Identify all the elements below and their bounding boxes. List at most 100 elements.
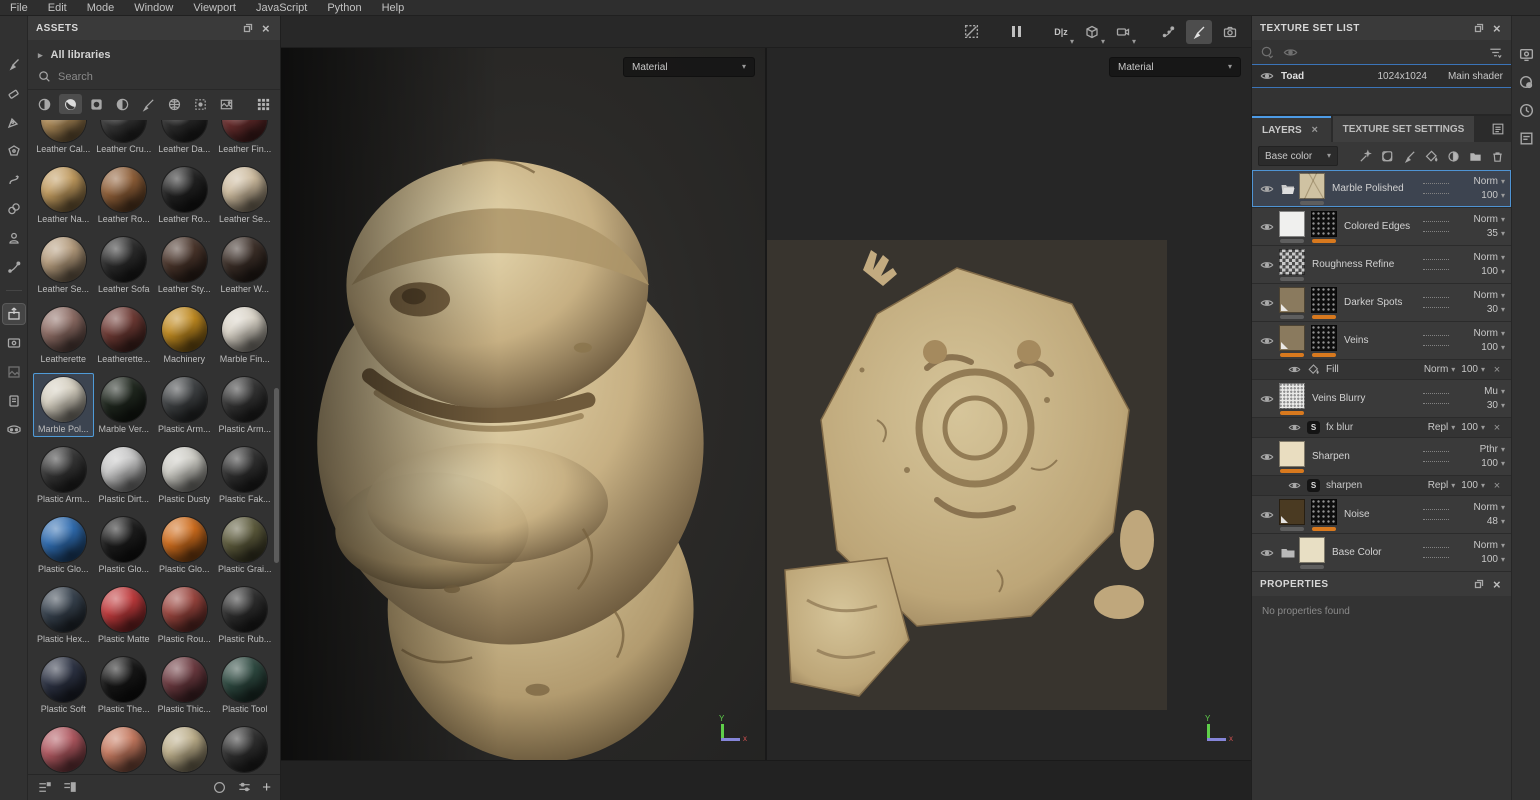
asset-tile[interactable]: Plastic Rub... xyxy=(215,583,276,647)
view-list-large-icon[interactable] xyxy=(62,780,77,795)
asset-tile[interactable]: Plastic Used xyxy=(33,723,94,774)
close-panel-icon[interactable] xyxy=(1491,578,1503,590)
search-input[interactable] xyxy=(58,71,228,83)
opacity-select[interactable]: 100 xyxy=(1481,266,1505,277)
asset-tile[interactable]: Leatherette... xyxy=(94,303,155,367)
particles-toolbar-icon[interactable] xyxy=(1155,20,1181,44)
camera-mode-icon[interactable] xyxy=(1110,20,1136,44)
display-settings-rail-icon[interactable] xyxy=(1518,46,1535,63)
blend-mode-select[interactable]: Mu xyxy=(1484,386,1505,397)
history-clock-icon[interactable] xyxy=(1518,102,1535,119)
asset-tile[interactable]: Plastic Glo... xyxy=(33,513,94,577)
layer-row[interactable]: Roughness Refine Norm 100 xyxy=(1252,246,1511,284)
asset-tile[interactable]: Leather Se... xyxy=(33,233,94,297)
shader-settings-icon[interactable] xyxy=(1518,74,1535,91)
refresh-circle-icon[interactable] xyxy=(212,780,227,795)
layer-effect-row[interactable]: fx blur Repl 100 xyxy=(1252,418,1511,438)
asset-tile[interactable]: Plastic Arm... xyxy=(215,373,276,437)
visibility-eye-icon[interactable] xyxy=(1260,334,1274,348)
eraser-tool-icon[interactable] xyxy=(3,83,25,103)
channel-filter-select[interactable]: Base color xyxy=(1258,146,1338,166)
blend-mode-select[interactable]: Repl xyxy=(1428,422,1456,433)
filter-materials-icon[interactable] xyxy=(59,94,82,114)
filter-brushes-icon[interactable] xyxy=(137,94,160,114)
add-effect-icon[interactable] xyxy=(1380,149,1395,164)
tab-layers[interactable]: LAYERS xyxy=(1252,116,1331,142)
asset-tile[interactable]: Leather Na... xyxy=(33,163,94,227)
layer-row[interactable]: Sharpen Pthr 100 xyxy=(1252,438,1511,476)
asset-tile[interactable]: Plastic Fak... xyxy=(215,443,276,507)
asset-tile[interactable]: Leather Ro... xyxy=(154,163,215,227)
asset-tile[interactable]: Plastic Soft xyxy=(33,653,94,717)
paint-mode-icon[interactable] xyxy=(1186,20,1212,44)
float-panel-icon[interactable] xyxy=(242,22,254,34)
asset-tile[interactable]: Leather Da... xyxy=(154,120,215,157)
asset-tile[interactable]: Plastic Use... xyxy=(154,723,215,774)
visibility-eye-icon[interactable] xyxy=(1260,508,1274,522)
blend-mode-select[interactable]: Norm xyxy=(1474,540,1505,551)
symmetry-toggle-icon[interactable] xyxy=(958,20,984,44)
paint-tool-icon[interactable] xyxy=(3,54,25,74)
blend-mode-select[interactable]: Norm xyxy=(1474,290,1505,301)
visibility-eye-icon[interactable] xyxy=(1260,296,1274,310)
layer-thumbnail[interactable] xyxy=(1311,325,1337,351)
layer-thumbnail[interactable] xyxy=(1279,383,1305,409)
assets-scrollbar[interactable] xyxy=(274,388,279,563)
asset-tile[interactable]: Plastic Glo... xyxy=(94,513,155,577)
asset-tile[interactable]: Plastic Dusty xyxy=(154,443,215,507)
library-selector[interactable]: All libraries xyxy=(28,40,280,65)
tab-texture-set-settings[interactable]: TEXTURE SET SETTINGS xyxy=(1333,116,1475,142)
polygon-fill-tool-icon[interactable] xyxy=(3,141,25,161)
view-list-small-icon[interactable] xyxy=(37,780,52,795)
asset-tile[interactable]: Plastic Dirt... xyxy=(94,443,155,507)
shading-mode-select-2d[interactable]: Material xyxy=(1109,57,1241,77)
layer-thumbnail[interactable] xyxy=(1279,287,1305,313)
asset-tile[interactable]: Marble Fin... xyxy=(215,303,276,367)
asset-tile[interactable]: Plastic Thic... xyxy=(154,653,215,717)
opacity-select[interactable]: 100 xyxy=(1461,422,1485,433)
close-panel-icon[interactable] xyxy=(1491,22,1503,34)
layer-row[interactable]: Marble Polished Norm 100 xyxy=(1252,170,1511,208)
mask-toggle-icon[interactable] xyxy=(3,420,25,440)
opacity-select[interactable]: 100 xyxy=(1481,458,1505,469)
folder-open-icon[interactable] xyxy=(1280,181,1296,197)
remove-effect-icon[interactable] xyxy=(1491,364,1503,376)
asset-tile[interactable]: Plastic Hex... xyxy=(33,583,94,647)
opacity-select[interactable]: 100 xyxy=(1481,554,1505,565)
menu-javascript[interactable]: JavaScript xyxy=(256,2,307,14)
layer-thumbnail[interactable] xyxy=(1311,287,1337,313)
blend-mode-select[interactable]: Pthr xyxy=(1480,444,1505,455)
asset-tile[interactable]: Plastic Rou... xyxy=(154,583,215,647)
layer-row[interactable]: Veins Blurry Mu 30 xyxy=(1252,380,1511,418)
snapshot-camera-icon[interactable] xyxy=(1217,20,1243,44)
layer-thumbnail[interactable] xyxy=(1279,211,1305,237)
asset-tile[interactable]: Plastic Arm... xyxy=(33,443,94,507)
close-panel-icon[interactable] xyxy=(260,22,272,34)
filter-sort-icon[interactable] xyxy=(1488,45,1503,60)
asset-tile[interactable]: Leather W... xyxy=(215,233,276,297)
filter-smart-masks-icon[interactable] xyxy=(111,94,134,114)
material-visibility-icon[interactable] xyxy=(1260,45,1275,60)
document-icon[interactable] xyxy=(3,391,25,411)
projection-tool-icon[interactable] xyxy=(3,112,25,132)
layer-thumbnail[interactable] xyxy=(1311,211,1337,237)
asset-tile[interactable]: Machinery xyxy=(154,303,215,367)
filter-textures-icon[interactable] xyxy=(215,94,238,114)
layer-row[interactable]: Veins Norm 100 xyxy=(1252,322,1511,360)
smart-material-wand-icon[interactable] xyxy=(1358,149,1373,164)
visibility-eye-icon[interactable] xyxy=(1260,546,1274,560)
menu-mode[interactable]: Mode xyxy=(87,2,115,14)
asset-tile[interactable]: Plastic Matte xyxy=(94,583,155,647)
display-options-icon[interactable] xyxy=(237,780,252,795)
layer-effect-row[interactable]: Fill Norm 100 xyxy=(1252,360,1511,380)
float-panel-icon[interactable] xyxy=(1473,22,1485,34)
menu-edit[interactable]: Edit xyxy=(48,2,67,14)
filter-particles-icon[interactable] xyxy=(163,94,186,114)
viewport-2d[interactable]: Material xyxy=(767,48,1251,760)
asset-tile[interactable]: Plastic Use... xyxy=(94,723,155,774)
blend-mode-select[interactable]: Norm xyxy=(1474,502,1505,513)
asset-tile[interactable]: Marble Ver... xyxy=(94,373,155,437)
visibility-eye-icon[interactable] xyxy=(1260,392,1274,406)
blend-mode-select[interactable]: Norm xyxy=(1474,252,1505,263)
add-folder-icon[interactable] xyxy=(1468,149,1483,164)
